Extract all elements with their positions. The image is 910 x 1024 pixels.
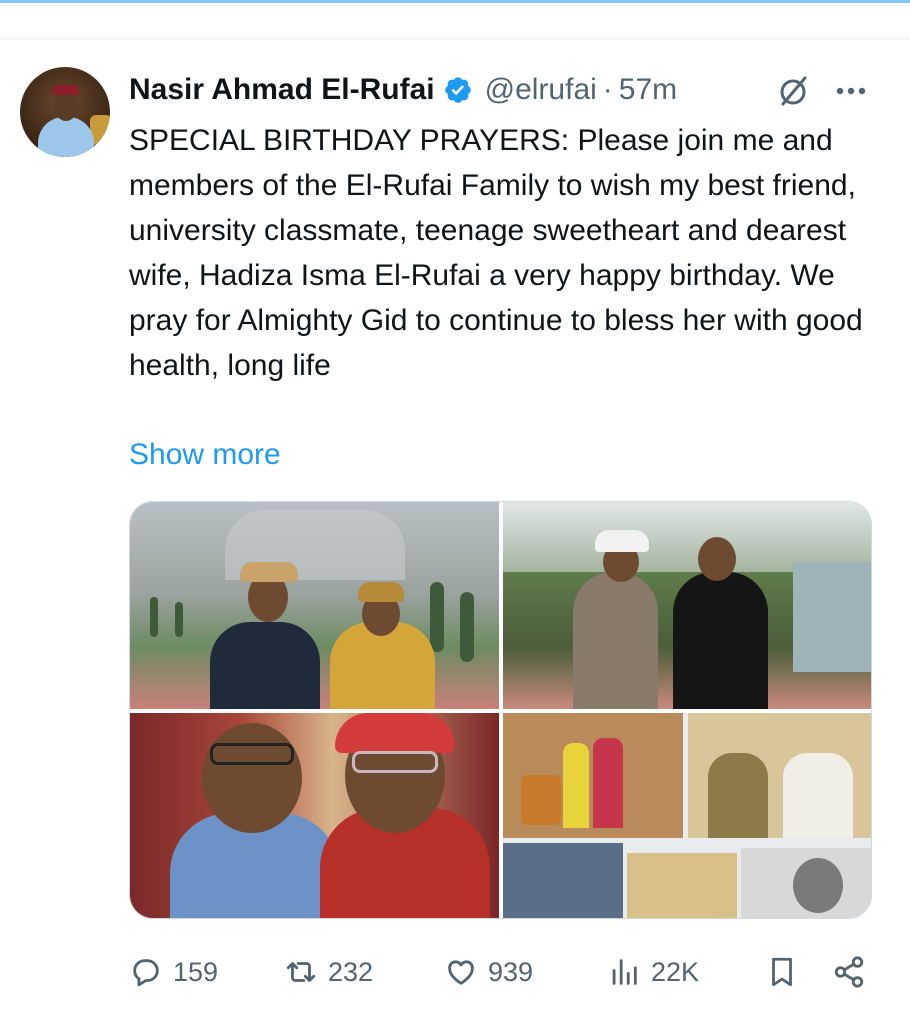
more-options-icon[interactable] xyxy=(831,74,871,108)
heart-icon xyxy=(448,960,474,985)
bookmark-icon xyxy=(772,957,792,987)
tweet-text: SPECIAL BIRTHDAY PRAYERS: Please join me… xyxy=(129,124,863,382)
previous-tweet-edge xyxy=(0,0,910,3)
share-icon xyxy=(834,956,864,988)
share-button[interactable] xyxy=(832,947,866,997)
previous-tweet-actions xyxy=(0,0,910,38)
like-button[interactable]: 939 xyxy=(444,947,533,997)
avatar-cap xyxy=(53,85,79,95)
repost-count: 232 xyxy=(328,956,374,987)
tweet-header: Nasir Ahmad El-Rufai @elrufai · 57m xyxy=(129,70,889,110)
repost-button[interactable]: 232 xyxy=(284,947,373,997)
avatar[interactable] xyxy=(20,67,110,157)
verified-badge-icon[interactable] xyxy=(443,75,473,105)
reply-count: 159 xyxy=(173,956,219,987)
views-button[interactable]: 22K xyxy=(607,947,699,997)
author-handle[interactable]: @elrufai xyxy=(485,73,597,107)
views-icon xyxy=(612,959,637,985)
photo-collage-family[interactable] xyxy=(503,713,871,918)
reply-icon xyxy=(133,959,159,987)
avatar-body xyxy=(38,117,94,157)
bookmark-button[interactable] xyxy=(765,947,799,997)
author-name[interactable]: Nasir Ahmad El-Rufai xyxy=(129,73,435,107)
separator-dot: · xyxy=(602,73,613,106)
photo-garden-couple[interactable] xyxy=(130,502,499,709)
photo-library-couple[interactable] xyxy=(130,713,499,918)
grok-icon[interactable] xyxy=(774,72,812,110)
avatar-head xyxy=(54,91,78,121)
reply-button[interactable]: 159 xyxy=(129,947,218,997)
show-more-link[interactable]: Show more xyxy=(129,432,281,477)
tweet-card[interactable]: Nasir Ahmad El-Rufai @elrufai · 57m SPEC… xyxy=(0,39,910,1024)
tweet-actions: 159 232 939 22K xyxy=(129,947,872,997)
repost-icon xyxy=(286,962,316,982)
like-count: 939 xyxy=(488,956,534,987)
media-grid xyxy=(129,501,872,919)
views-count: 22K xyxy=(651,956,700,987)
timestamp[interactable]: 57m xyxy=(619,73,677,107)
photo-outdoor-couple[interactable] xyxy=(503,502,871,709)
